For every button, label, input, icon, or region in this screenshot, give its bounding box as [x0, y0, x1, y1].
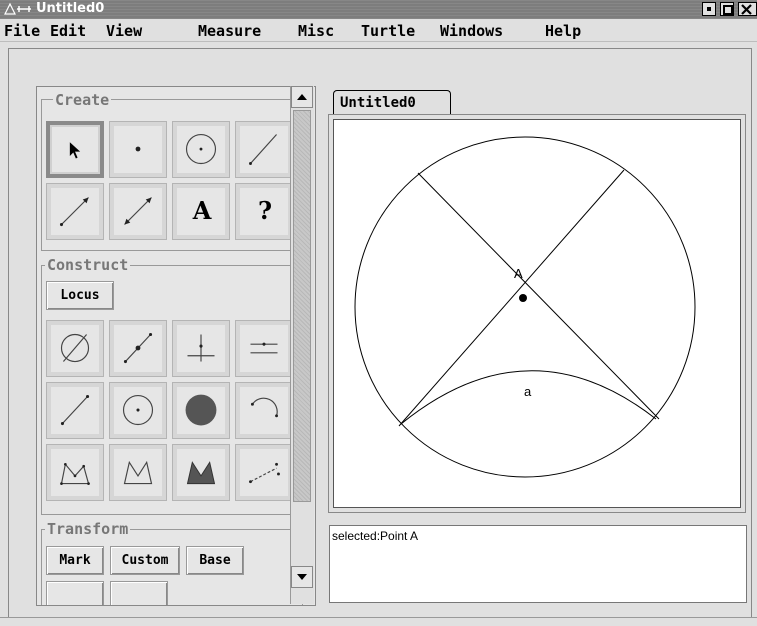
menu-bar: File Edit View Measure Misc Turtle Windo… — [0, 19, 757, 42]
arc-icon — [250, 397, 278, 418]
status-message: selected:Point A — [329, 525, 747, 603]
circle-construct-tool[interactable] — [109, 382, 167, 439]
help-tool[interactable]: ? — [235, 183, 293, 240]
construct-group-label: Construct — [45, 256, 131, 274]
help-tool-glyph: ? — [257, 196, 273, 225]
polygon-outline-icon — [123, 460, 153, 485]
midpoint-icon — [123, 332, 153, 364]
maximize-icon — [723, 5, 733, 15]
drawing-canvas[interactable]: A a — [333, 119, 741, 508]
arrow-up-icon — [297, 94, 307, 100]
midpoint-tool[interactable] — [109, 320, 167, 377]
segment-tool[interactable] — [235, 121, 293, 178]
segment-icon — [249, 134, 277, 165]
line-icon — [124, 197, 152, 225]
polygon-tool[interactable] — [46, 444, 104, 501]
line-tool[interactable] — [109, 183, 167, 240]
polygon-outline-tool[interactable] — [109, 444, 167, 501]
canvas-frame: A a — [328, 114, 746, 513]
menu-misc[interactable]: Misc — [298, 22, 334, 40]
arrow-down-icon — [297, 574, 307, 580]
scroll-up-button[interactable] — [291, 86, 313, 108]
close-icon — [741, 4, 752, 15]
scroll-thumb[interactable] — [293, 110, 311, 502]
maximize-button[interactable] — [720, 2, 734, 16]
parallel-tool[interactable] — [235, 320, 293, 377]
custom-button[interactable]: Custom — [110, 546, 180, 575]
line-left-diagonal[interactable] — [417, 172, 660, 420]
polygon-filled-icon — [186, 461, 216, 485]
app-icon — [4, 2, 31, 15]
empty-set-circle-icon — [60, 333, 90, 363]
ray-tool[interactable] — [46, 183, 104, 240]
line-right-diagonal[interactable] — [398, 169, 625, 427]
text-tool[interactable]: A — [172, 183, 230, 240]
transform-tool-row2-b[interactable] — [110, 581, 168, 605]
title-bar: Untitled0 — [0, 0, 757, 19]
transform-tool-row2-a[interactable] — [46, 581, 104, 605]
menu-windows[interactable]: Windows — [440, 22, 503, 40]
base-button[interactable]: Base — [186, 546, 244, 575]
locus-button[interactable]: Locus — [46, 281, 114, 310]
point-icon — [135, 146, 141, 152]
sketch-svg: A a — [354, 136, 696, 478]
pointer-arrow-icon — [69, 142, 81, 159]
select-tool[interactable] — [46, 121, 104, 178]
minimize-button[interactable] — [702, 2, 716, 16]
transform-group-label: Transform — [45, 520, 131, 538]
arc-tool[interactable] — [235, 382, 293, 439]
mark-button[interactable]: Mark — [46, 546, 104, 575]
outer-circle[interactable] — [354, 136, 696, 478]
tool-panel-scrollbar[interactable] — [290, 86, 314, 604]
vector-tool[interactable] — [235, 444, 293, 501]
menu-help[interactable]: Help — [545, 22, 581, 40]
polygon-filled-tool[interactable] — [172, 444, 230, 501]
point-tool[interactable] — [109, 121, 167, 178]
parallel-icon — [250, 342, 278, 354]
menu-file[interactable]: File — [4, 22, 40, 40]
vector-icon — [249, 462, 280, 484]
menu-turtle[interactable]: Turtle — [361, 22, 415, 40]
arc-a-label: a — [524, 384, 532, 399]
perpendicular-bisector-tool[interactable] — [46, 320, 104, 377]
circle-center-icon — [122, 394, 154, 426]
menu-edit[interactable]: Edit — [50, 22, 86, 40]
scroll-down-button[interactable] — [291, 566, 313, 588]
point-a[interactable] — [519, 294, 527, 302]
window-title: Untitled0 — [36, 1, 105, 16]
disc-tool[interactable] — [172, 382, 230, 439]
polygon-interior-icon — [60, 462, 90, 485]
ray-icon — [59, 197, 89, 227]
circle-icon — [185, 133, 217, 165]
point-a-label: A — [514, 266, 523, 281]
tab-untitled0[interactable]: Untitled0 — [333, 90, 451, 116]
segment-construct-tool[interactable] — [46, 382, 104, 439]
create-group-label: Create — [53, 91, 112, 109]
text-tool-glyph: A — [192, 196, 212, 225]
menu-measure[interactable]: Measure — [198, 22, 261, 40]
minimize-icon — [707, 7, 711, 11]
tool-panel: Create A ? Construct Locus Transform Mar… — [36, 86, 316, 606]
segment-endpoints-icon — [60, 394, 90, 426]
perpendicular-icon — [187, 334, 215, 362]
filled-disc-icon — [185, 394, 217, 426]
menu-view[interactable]: View — [106, 22, 142, 40]
close-button[interactable] — [738, 2, 757, 16]
perpendicular-tool[interactable] — [172, 320, 230, 377]
circle-tool[interactable] — [172, 121, 230, 178]
